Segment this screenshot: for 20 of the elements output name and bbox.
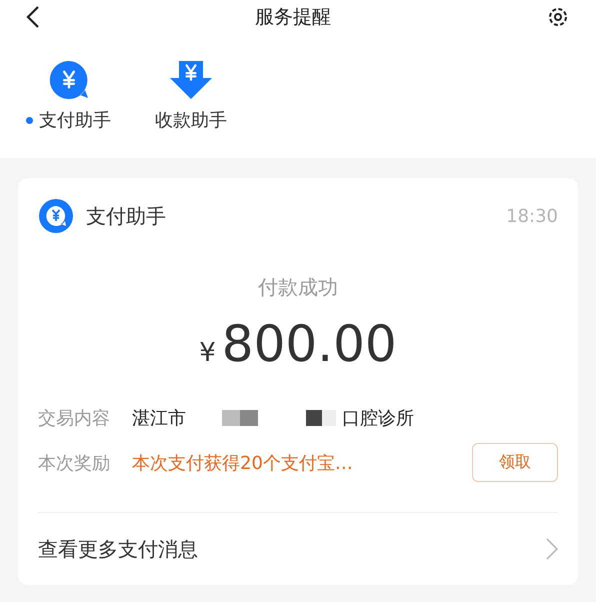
back-icon[interactable] xyxy=(26,6,40,28)
row-label: 本次奖励 xyxy=(38,452,110,474)
page-title: 服务提醒 xyxy=(255,5,331,30)
more-messages-link[interactable]: 查看更多支付消息 xyxy=(38,513,558,585)
row-label: 交易内容 xyxy=(38,407,110,430)
source-name: 支付助手 xyxy=(86,202,167,230)
assistant-tab[interactable]: 支付助手 xyxy=(26,60,111,132)
merchant-name-end: 口腔诊所 xyxy=(342,407,414,430)
merchant-name-start: 湛江市 xyxy=(132,407,186,430)
yen-bubble-icon xyxy=(48,60,88,100)
currency-symbol: ¥ xyxy=(199,338,216,368)
settings-icon[interactable] xyxy=(546,5,570,29)
assistant-tab[interactable]: 收款助手 xyxy=(155,60,227,132)
yen-down-arrow-icon xyxy=(169,60,213,100)
chevron-right-icon xyxy=(546,538,558,560)
payment-amount: 800.00 xyxy=(222,315,397,373)
yen-bubble-icon xyxy=(38,198,74,234)
payment-status: 付款成功 xyxy=(257,274,339,301)
reward-text: 本次支付获得20个支付宝… xyxy=(132,452,354,474)
message-time: 18:30 xyxy=(506,206,558,226)
